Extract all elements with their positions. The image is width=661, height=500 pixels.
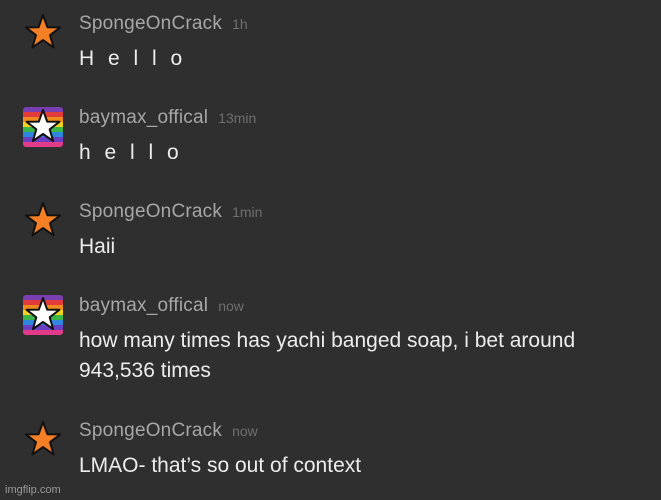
message-header: baymax_offical 13min	[79, 107, 256, 131]
chat-log: SpongeOnCrack 1h H e l l o baymax_offica…	[0, 0, 661, 500]
message-header: baymax_offical now	[79, 295, 244, 319]
username[interactable]: baymax_offical	[79, 295, 208, 316]
message-text: LMAO- that’s so out of context	[79, 454, 362, 477]
imgflip-watermark: imgflip.com	[5, 484, 61, 496]
orange-star-icon[interactable]	[23, 201, 63, 241]
timestamp: now	[218, 298, 244, 314]
orange-star-icon[interactable]	[23, 13, 63, 53]
timestamp: now	[232, 423, 258, 439]
message-text: H e l l o	[79, 47, 187, 70]
message-header: SpongeOnCrack 1h	[79, 13, 248, 37]
message-text: h e l l o	[79, 141, 183, 164]
username[interactable]: SpongeOnCrack	[79, 201, 222, 222]
message-header: SpongeOnCrack 1min	[79, 201, 262, 225]
message-text: how many times has yachi banged soap, i …	[79, 329, 576, 382]
username[interactable]: SpongeOnCrack	[79, 13, 222, 34]
username[interactable]: SpongeOnCrack	[79, 420, 222, 441]
timestamp: 1h	[232, 16, 248, 32]
username[interactable]: baymax_offical	[79, 107, 208, 128]
message-text: Haii	[79, 235, 116, 258]
rainbow-star-icon[interactable]	[23, 107, 63, 147]
message-header: SpongeOnCrack now	[79, 420, 258, 444]
timestamp: 13min	[218, 110, 257, 126]
orange-star-icon[interactable]	[23, 420, 63, 460]
rainbow-star-icon[interactable]	[23, 295, 63, 335]
timestamp: 1min	[232, 204, 263, 220]
